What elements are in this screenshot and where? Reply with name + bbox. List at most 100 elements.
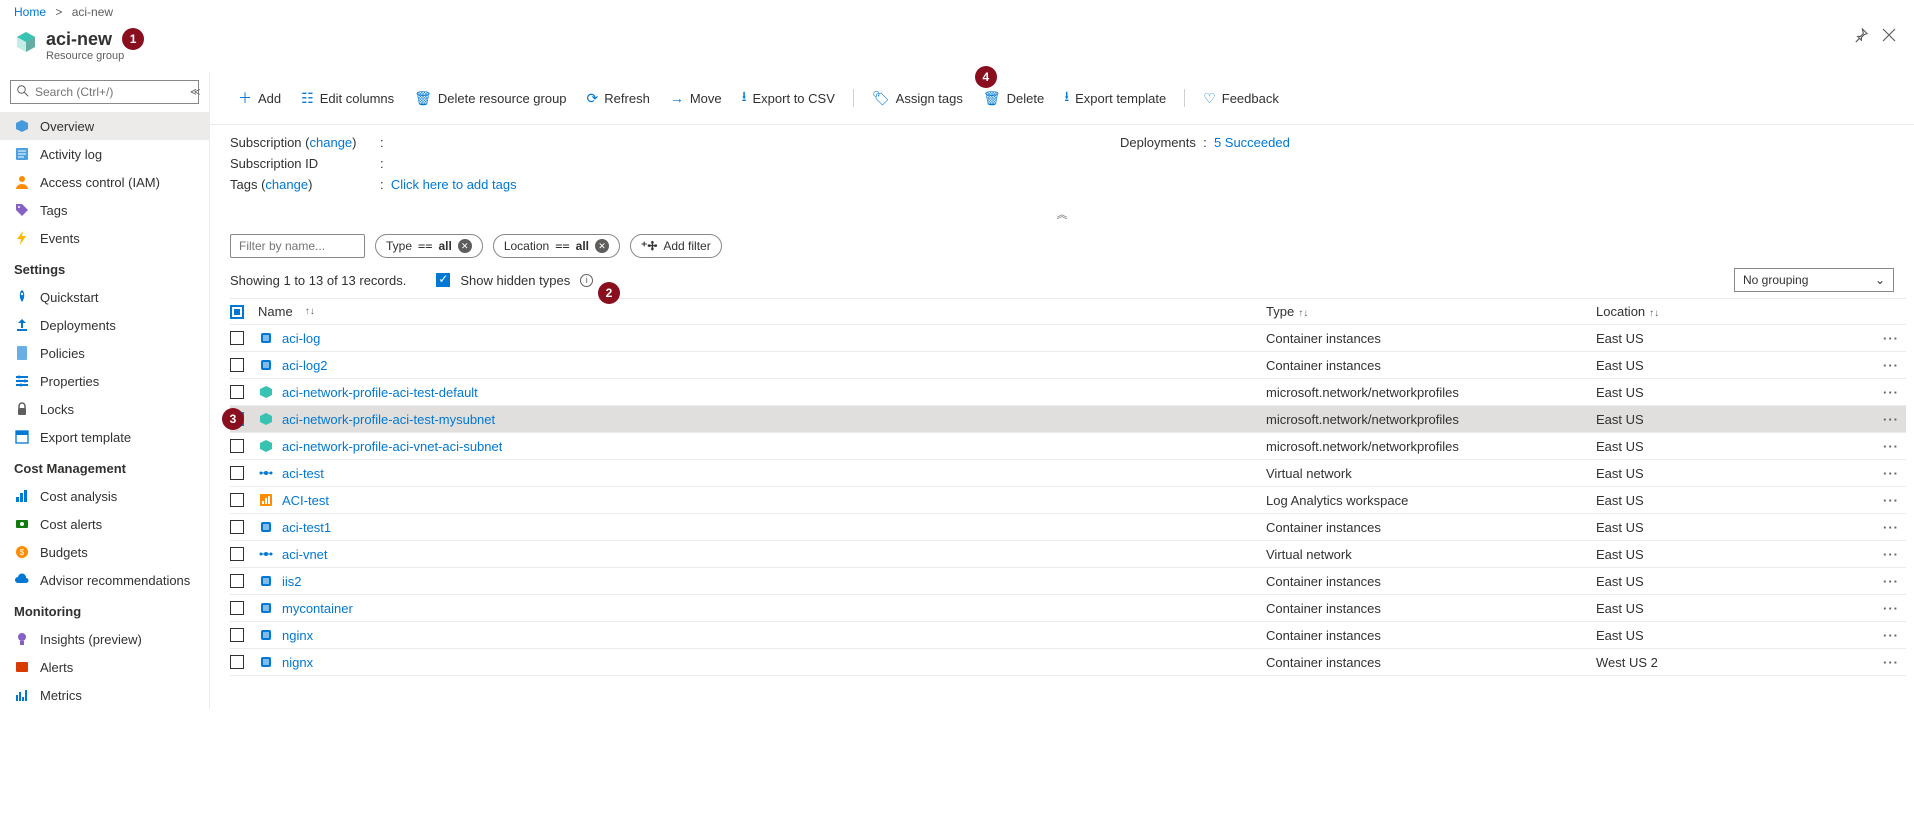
- sidebar-item-deployments[interactable]: Deployments: [0, 311, 209, 339]
- sidebar-item-alerts[interactable]: Alerts: [0, 653, 209, 681]
- row-checkbox[interactable]: [230, 466, 244, 480]
- sidebar-item-metrics[interactable]: Metrics: [0, 681, 209, 709]
- sidebar-item-quickstart[interactable]: Quickstart: [0, 283, 209, 311]
- table-row[interactable]: iis2Container instancesEast US···: [230, 568, 1906, 595]
- search-expand-icon[interactable]: ≪: [190, 87, 200, 98]
- resource-link[interactable]: aci-vnet: [282, 547, 328, 562]
- export-csv-button[interactable]: ⭳Export to CSV: [734, 82, 843, 114]
- sidebar-search-input[interactable]: [35, 85, 190, 99]
- sidebar-item-tags[interactable]: Tags: [0, 196, 209, 224]
- sidebar-search[interactable]: ≪: [10, 80, 199, 104]
- row-context-menu-button[interactable]: ···: [1876, 358, 1906, 373]
- table-row[interactable]: aci-testVirtual networkEast US···: [230, 460, 1906, 487]
- sidebar-item-insights-preview-[interactable]: Insights (preview): [0, 625, 209, 653]
- resource-link[interactable]: mycontainer: [282, 601, 353, 616]
- sidebar-item-properties[interactable]: Properties: [0, 367, 209, 395]
- close-icon[interactable]: [1882, 28, 1896, 47]
- row-context-menu-button[interactable]: ···: [1876, 574, 1906, 589]
- grouping-select[interactable]: No grouping ⌄: [1734, 268, 1894, 292]
- column-header-name[interactable]: Name: [258, 304, 293, 319]
- resource-link[interactable]: aci-log: [282, 331, 320, 346]
- assign-tags-button[interactable]: 🏷Assign tags: [864, 86, 971, 111]
- resource-link[interactable]: nignx: [282, 655, 313, 670]
- name-filter-input[interactable]: [230, 234, 365, 258]
- delete-rg-button[interactable]: 🗑Delete resource group: [406, 86, 574, 111]
- row-checkbox[interactable]: [230, 628, 244, 642]
- table-row[interactable]: aci-vnetVirtual networkEast US···: [230, 541, 1906, 568]
- collapse-essentials-button[interactable]: ︽: [210, 204, 1914, 224]
- resource-link[interactable]: ACI-test: [282, 493, 329, 508]
- table-row[interactable]: aci-log2Container instancesEast US···: [230, 352, 1906, 379]
- refresh-button[interactable]: ⟳Refresh: [579, 86, 658, 111]
- info-icon[interactable]: i: [580, 274, 593, 287]
- sidebar-item-activity-log[interactable]: Activity log: [0, 140, 209, 168]
- row-context-menu-button[interactable]: ···: [1876, 331, 1906, 346]
- add-filter-button[interactable]: ⁺✢ Add filter: [630, 234, 722, 258]
- resource-link[interactable]: aci-test1: [282, 520, 331, 535]
- sidebar-item-advisor-recommendations[interactable]: Advisor recommendations: [0, 566, 209, 594]
- row-context-menu-button[interactable]: ···: [1876, 439, 1906, 454]
- sidebar-item-budgets[interactable]: $Budgets: [0, 538, 209, 566]
- show-hidden-checkbox[interactable]: [436, 273, 450, 287]
- select-all-checkbox[interactable]: [230, 305, 244, 319]
- table-row[interactable]: aci-network-profile-aci-vnet-aci-subnetm…: [230, 433, 1906, 460]
- resource-link[interactable]: nginx: [282, 628, 313, 643]
- resource-link[interactable]: aci-network-profile-aci-vnet-aci-subnet: [282, 439, 502, 454]
- breadcrumb-home[interactable]: Home: [14, 5, 46, 19]
- resource-link[interactable]: aci-log2: [282, 358, 328, 373]
- table-row[interactable]: aci-logContainer instancesEast US···: [230, 325, 1906, 352]
- add-tags-link[interactable]: Click here to add tags: [391, 177, 517, 192]
- row-context-menu-button[interactable]: ···: [1876, 466, 1906, 481]
- resource-link[interactable]: aci-test: [282, 466, 324, 481]
- table-row[interactable]: mycontainerContainer instancesEast US···: [230, 595, 1906, 622]
- sidebar-item-export-template[interactable]: Export template: [0, 423, 209, 451]
- sidebar-item-events[interactable]: Events: [0, 224, 209, 252]
- feedback-button[interactable]: ♡Feedback: [1195, 86, 1287, 111]
- row-checkbox[interactable]: [230, 493, 244, 507]
- row-context-menu-button[interactable]: ···: [1876, 655, 1906, 670]
- subscription-change-link[interactable]: change: [310, 135, 353, 150]
- row-context-menu-button[interactable]: ···: [1876, 628, 1906, 643]
- row-checkbox[interactable]: [230, 601, 244, 615]
- sidebar-item-cost-analysis[interactable]: Cost analysis: [0, 482, 209, 510]
- row-checkbox[interactable]: [230, 547, 244, 561]
- table-row[interactable]: aci-network-profile-aci-test-defaultmicr…: [230, 379, 1906, 406]
- sidebar-item-policies[interactable]: Policies: [0, 339, 209, 367]
- move-button[interactable]: →Move: [662, 86, 730, 110]
- type-filter-clear-icon[interactable]: ✕: [458, 239, 472, 253]
- row-context-menu-button[interactable]: ···: [1876, 412, 1906, 427]
- resource-link[interactable]: aci-network-profile-aci-test-default: [282, 385, 478, 400]
- table-row[interactable]: nignxContainer instancesWest US 2···: [230, 649, 1906, 676]
- row-context-menu-button[interactable]: ···: [1876, 493, 1906, 508]
- type-filter-pill[interactable]: Type == all ✕: [375, 234, 483, 258]
- table-row[interactable]: ACI-testLog Analytics workspaceEast US··…: [230, 487, 1906, 514]
- sidebar-item-access-control-iam-[interactable]: Access control (IAM): [0, 168, 209, 196]
- sidebar-item-locks[interactable]: Locks: [0, 395, 209, 423]
- deployments-link[interactable]: 5 Succeeded: [1214, 135, 1290, 150]
- row-checkbox[interactable]: [230, 520, 244, 534]
- edit-columns-button[interactable]: ☷Edit columns: [293, 86, 402, 111]
- row-checkbox[interactable]: [230, 358, 244, 372]
- row-context-menu-button[interactable]: ···: [1876, 520, 1906, 535]
- table-row[interactable]: aci-test1Container instancesEast US···: [230, 514, 1906, 541]
- resource-link[interactable]: aci-network-profile-aci-test-mysubnet: [282, 412, 495, 427]
- table-row[interactable]: aci-network-profile-aci-test-mysubnetmic…: [230, 406, 1906, 433]
- row-context-menu-button[interactable]: ···: [1876, 385, 1906, 400]
- table-row[interactable]: nginxContainer instancesEast US···: [230, 622, 1906, 649]
- sidebar-item-overview[interactable]: Overview: [0, 112, 209, 140]
- add-button[interactable]: ＋Add: [230, 84, 289, 112]
- pin-icon[interactable]: [1853, 28, 1868, 47]
- row-context-menu-button[interactable]: ···: [1876, 547, 1906, 562]
- row-checkbox[interactable]: [230, 574, 244, 588]
- location-filter-pill[interactable]: Location == all ✕: [493, 234, 620, 258]
- row-context-menu-button[interactable]: ···: [1876, 601, 1906, 616]
- sidebar-item-cost-alerts[interactable]: Cost alerts: [0, 510, 209, 538]
- row-checkbox[interactable]: [230, 385, 244, 399]
- export-template-button[interactable]: ⭳Export template: [1056, 82, 1174, 114]
- tags-change-link[interactable]: change: [265, 177, 308, 192]
- delete-button[interactable]: 🗑Delete 4: [975, 86, 1052, 111]
- resource-link[interactable]: iis2: [282, 574, 302, 589]
- row-checkbox[interactable]: [230, 439, 244, 453]
- column-header-type[interactable]: Type: [1266, 304, 1294, 319]
- location-filter-clear-icon[interactable]: ✕: [595, 239, 609, 253]
